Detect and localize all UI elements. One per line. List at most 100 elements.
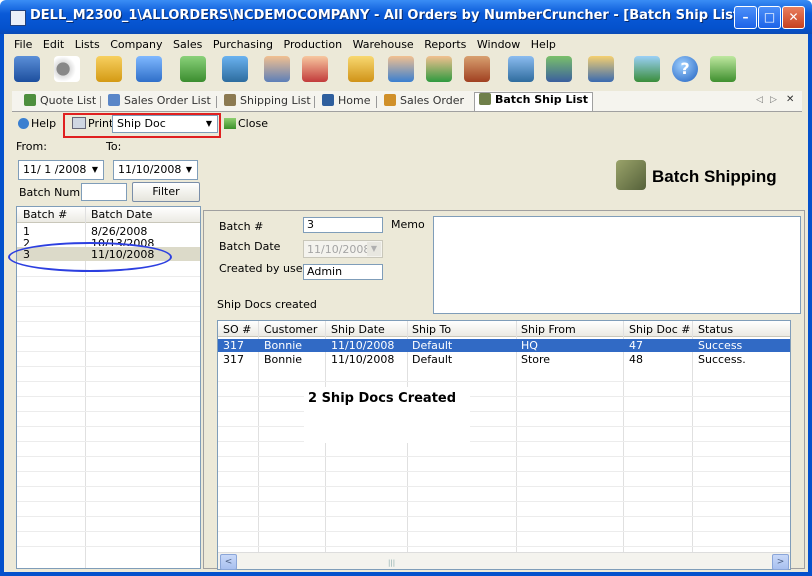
table-cell[interactable]: Store bbox=[521, 353, 550, 366]
close-label: Close bbox=[238, 117, 268, 130]
grid-line bbox=[17, 471, 200, 472]
tab-label: Home bbox=[338, 94, 371, 107]
menu-file[interactable]: File bbox=[14, 38, 32, 51]
table-cell[interactable]: 47 bbox=[629, 339, 643, 352]
column-header-status[interactable]: Status bbox=[698, 323, 733, 336]
horizontal-scrollbar[interactable]: < > ||| bbox=[218, 552, 790, 570]
column-header-so[interactable]: SO # bbox=[223, 323, 251, 336]
batch-date-field[interactable]: 11/10/2008 ▼ bbox=[303, 240, 383, 258]
table-cell[interactable]: HQ bbox=[521, 339, 538, 352]
scroll-left-button[interactable]: < bbox=[220, 554, 237, 570]
tab-prev-button[interactable]: ◁ bbox=[756, 95, 763, 111]
close-button[interactable]: Close bbox=[224, 117, 268, 130]
grid-line bbox=[17, 501, 200, 502]
database-icon[interactable] bbox=[14, 56, 40, 82]
scroll-right-button[interactable]: > bbox=[772, 554, 789, 570]
table-cell[interactable]: Success. bbox=[698, 353, 746, 366]
pen-check-icon[interactable] bbox=[634, 56, 660, 82]
chevron-down-icon[interactable]: ▼ bbox=[88, 163, 102, 177]
tab-sales-order-list[interactable]: Sales Order List bbox=[108, 94, 211, 110]
users-icon[interactable] bbox=[546, 56, 572, 82]
help-icon[interactable]: ? bbox=[672, 56, 698, 82]
chevron-down-icon[interactable]: ▼ bbox=[182, 163, 196, 177]
grid-line bbox=[17, 396, 200, 397]
column-header-ship-date[interactable]: Ship Date bbox=[331, 323, 385, 336]
tab-home[interactable]: Home bbox=[322, 94, 370, 110]
users-icon[interactable] bbox=[222, 56, 248, 82]
tab-sales-order[interactable]: Sales Order bbox=[384, 94, 464, 110]
column-header-customer[interactable]: Customer bbox=[264, 323, 317, 336]
binoculars-icon[interactable] bbox=[54, 56, 80, 82]
scroll-thumb-grip[interactable]: ||| bbox=[388, 559, 395, 567]
help-button[interactable]: Help bbox=[18, 117, 56, 130]
column-header-batch-date[interactable]: Batch Date bbox=[91, 208, 152, 221]
minimize-button[interactable]: – bbox=[734, 6, 757, 29]
table-cell[interactable]: 11/10/2008 bbox=[331, 353, 394, 366]
grid-line bbox=[218, 546, 790, 547]
box-check-icon[interactable] bbox=[96, 56, 122, 82]
table-cell[interactable]: 317 bbox=[223, 353, 244, 366]
maximize-button[interactable]: □ bbox=[758, 6, 781, 29]
menu-lists[interactable]: Lists bbox=[75, 38, 100, 51]
user-hat-icon[interactable] bbox=[588, 56, 614, 82]
person-paint-icon[interactable] bbox=[302, 56, 328, 82]
filter-button[interactable]: Filter bbox=[132, 182, 200, 202]
app-icon[interactable] bbox=[10, 10, 26, 26]
table-cell[interactable]: Bonnie bbox=[264, 339, 302, 352]
menu-production[interactable]: Production bbox=[284, 38, 343, 51]
table-cell[interactable]: Success bbox=[698, 339, 742, 352]
from-date-picker[interactable]: 11/ 1 /2008 ▼ bbox=[18, 160, 104, 180]
close-door-icon bbox=[224, 118, 236, 129]
column-header-ship-from[interactable]: Ship From bbox=[521, 323, 576, 336]
tab-quote-list[interactable]: Quote List bbox=[24, 94, 96, 110]
grid-line bbox=[17, 276, 200, 277]
close-window-button[interactable]: ✕ bbox=[782, 6, 805, 29]
quote-icon bbox=[24, 94, 36, 106]
created-by-field[interactable]: Admin bbox=[303, 264, 383, 280]
tab-shipping-list[interactable]: Shipping List bbox=[224, 94, 311, 110]
menu-company[interactable]: Company bbox=[110, 38, 162, 51]
batch-num-input[interactable] bbox=[81, 183, 127, 201]
column-header-ship-doc-num[interactable]: Ship Doc # bbox=[629, 323, 690, 336]
to-date-picker[interactable]: 11/10/2008 ▼ bbox=[113, 160, 198, 180]
menu-window[interactable]: Window bbox=[477, 38, 520, 51]
batch-num-label: Batch Num: bbox=[19, 186, 84, 199]
user-check-icon[interactable] bbox=[264, 56, 290, 82]
box-icon[interactable] bbox=[348, 56, 374, 82]
column-divider bbox=[516, 321, 517, 553]
table-cell[interactable]: Default bbox=[412, 353, 452, 366]
menu-edit[interactable]: Edit bbox=[43, 38, 64, 51]
factory-icon[interactable] bbox=[464, 56, 490, 82]
batch-date-label: Batch Date bbox=[219, 240, 281, 253]
tab-next-button[interactable]: ▷ bbox=[770, 95, 777, 111]
tab-close-button[interactable]: ✕ bbox=[786, 94, 794, 110]
users-icon[interactable] bbox=[508, 56, 534, 82]
person-icon[interactable] bbox=[388, 56, 414, 82]
ship-docs-label: Ship Docs created bbox=[217, 298, 317, 311]
table-cell[interactable]: Default bbox=[412, 339, 452, 352]
column-header-batch-num[interactable]: Batch # bbox=[23, 208, 67, 221]
menu-purchasing[interactable]: Purchasing bbox=[213, 38, 273, 51]
ship-docs-grid[interactable]: SO # Customer Ship Date Ship To Ship Fro… bbox=[217, 320, 791, 570]
batch-row-2-num[interactable]: 2 bbox=[23, 237, 30, 246]
exit-icon[interactable] bbox=[710, 56, 736, 82]
user-check-icon[interactable] bbox=[136, 56, 162, 82]
menu-reports[interactable]: Reports bbox=[424, 38, 466, 51]
menu-help[interactable]: Help bbox=[531, 38, 556, 51]
table-cell[interactable]: 11/10/2008 bbox=[331, 339, 394, 352]
person-icon[interactable] bbox=[426, 56, 452, 82]
column-header-ship-to[interactable]: Ship To bbox=[412, 323, 451, 336]
table-cell[interactable]: 48 bbox=[629, 353, 643, 366]
user-check-icon[interactable] bbox=[180, 56, 206, 82]
grid-line bbox=[17, 531, 200, 532]
grid-line bbox=[218, 516, 790, 517]
tab-batch-ship-list[interactable]: Batch Ship List bbox=[474, 92, 594, 111]
title-bar: DELL_M2300_1\ALLORDERS\NCDEMOCOMPANY - A… bbox=[0, 0, 812, 34]
to-date-value: 11/10/2008 bbox=[118, 163, 182, 176]
menu-warehouse[interactable]: Warehouse bbox=[353, 38, 414, 51]
table-cell[interactable]: Bonnie bbox=[264, 353, 302, 366]
batch-num-detail-field[interactable]: 3 bbox=[303, 217, 383, 233]
menu-sales[interactable]: Sales bbox=[173, 38, 202, 51]
table-cell[interactable]: 317 bbox=[223, 339, 244, 352]
memo-field[interactable] bbox=[433, 216, 801, 314]
